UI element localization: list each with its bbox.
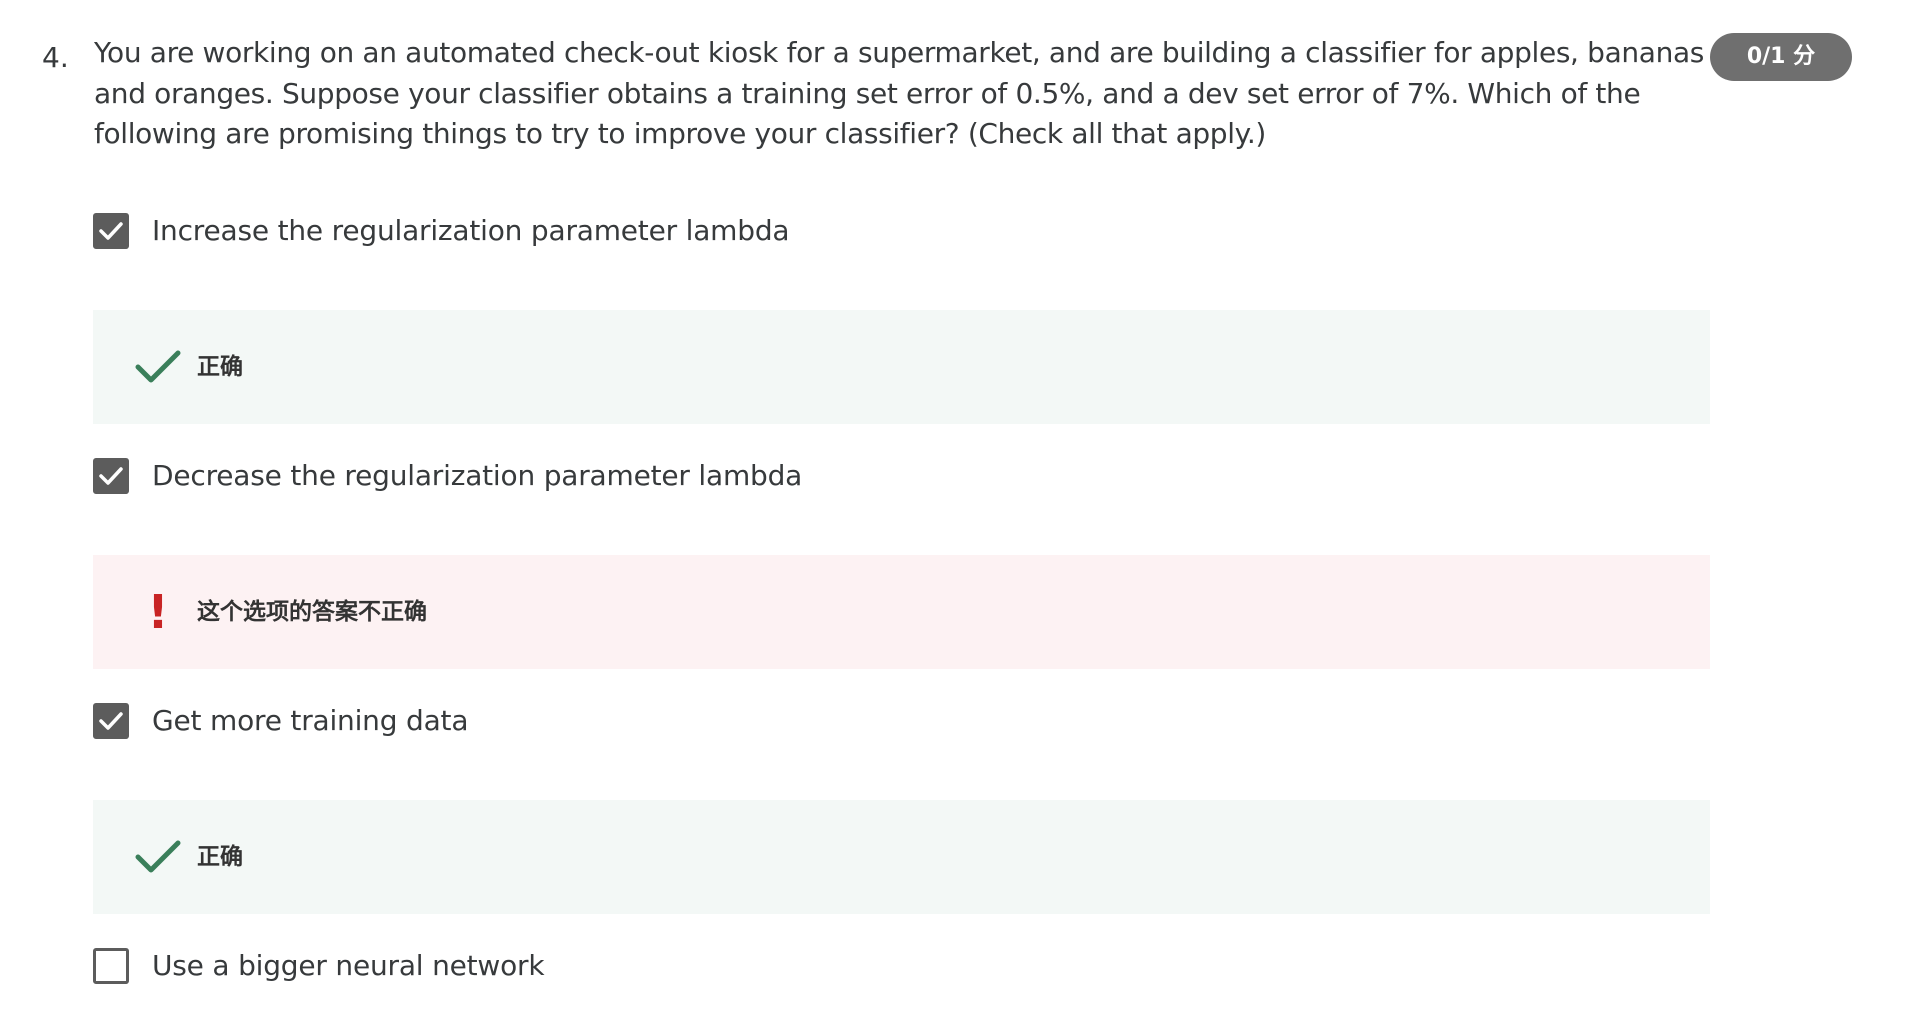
quiz-question: 4. You are working on an automated check… xyxy=(0,0,1928,1022)
option-label: Get more training data xyxy=(152,704,469,737)
exclamation-icon: ! xyxy=(147,585,169,639)
feedback-correct: 正确 xyxy=(93,310,1710,424)
feedback-text: 这个选项的答案不正确 xyxy=(197,599,427,625)
checkbox-checked-icon[interactable] xyxy=(93,213,129,249)
checkbox-checked-icon[interactable] xyxy=(93,703,129,739)
checkmark-icon xyxy=(133,342,183,392)
checkmark-icon xyxy=(133,832,183,882)
option-label: Increase the regularization parameter la… xyxy=(152,214,790,247)
feedback-text: 正确 xyxy=(197,354,243,380)
checkbox-unchecked-icon[interactable] xyxy=(93,948,129,984)
question-text: You are working on an automated check-ou… xyxy=(94,36,1705,150)
feedback-incorrect: ! 这个选项的答案不正确 xyxy=(93,555,1710,669)
checkbox-checked-icon[interactable] xyxy=(93,458,129,494)
feedback-text: 正确 xyxy=(197,844,243,870)
question-number: 4. xyxy=(42,41,69,74)
option-bigger-network[interactable]: Use a bigger neural network xyxy=(93,948,545,984)
option-label: Use a bigger neural network xyxy=(152,949,545,982)
option-decrease-lambda[interactable]: Decrease the regularization parameter la… xyxy=(93,458,802,494)
score-badge: 0/1 分 xyxy=(1710,33,1852,81)
option-increase-lambda[interactable]: Increase the regularization parameter la… xyxy=(93,213,790,249)
option-label: Decrease the regularization parameter la… xyxy=(152,459,803,492)
option-more-training-data[interactable]: Get more training data xyxy=(93,703,468,739)
feedback-correct: 正确 xyxy=(93,800,1710,914)
